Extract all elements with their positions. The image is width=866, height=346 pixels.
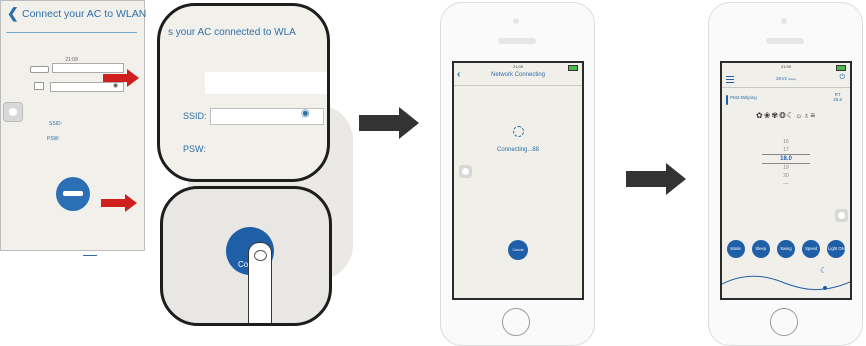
red-arrow-top-icon bbox=[103, 69, 139, 87]
flow-arrow-2-icon bbox=[626, 163, 686, 195]
sleep-button[interactable]: Sleep bbox=[751, 240, 770, 258]
phone-network-connecting: 21:09 ‹ Network Connecting Connecting...… bbox=[440, 2, 595, 346]
loading-spinner-icon bbox=[513, 126, 524, 137]
temp-option[interactable]: 16 bbox=[722, 138, 850, 146]
underline-mark bbox=[83, 255, 97, 256]
red-arrow-bottom-icon bbox=[101, 194, 137, 212]
zoom-title: s your AC connected to WLA bbox=[168, 27, 296, 38]
battery-icon bbox=[836, 65, 846, 71]
status-bar: 21:09 bbox=[456, 64, 580, 71]
room-temp: RT 25.8 bbox=[833, 92, 842, 102]
power-icon[interactable]: ⏻ bbox=[839, 74, 845, 82]
temp-selected[interactable]: 18.0 bbox=[762, 154, 810, 164]
connect-button[interactable] bbox=[56, 177, 90, 211]
phone-screen: 21:09 2KV2 Sleep ⏻ PM2.5Wiping RT 25.8 ✿… bbox=[720, 61, 852, 300]
home-button[interactable] bbox=[770, 308, 798, 336]
light-button[interactable]: Light ON bbox=[827, 240, 846, 258]
camera-icon bbox=[513, 18, 519, 24]
zoom-show-password-icon[interactable]: ◉ bbox=[301, 108, 310, 119]
finger-tap-icon bbox=[248, 242, 272, 323]
connect-wlan-screen: ❮ Connect your AC to WLAN 21:09 ◉ SSID: … bbox=[0, 0, 147, 251]
zoom-button-panel: Co bbox=[160, 186, 332, 326]
screen-header: ❮ Connect your AC to WLAN bbox=[0, 0, 147, 33]
status-time: 21:09 bbox=[512, 64, 523, 69]
temp-option[interactable]: 19 bbox=[722, 164, 850, 172]
rt-value: 25.8 bbox=[833, 97, 842, 102]
speaker-icon bbox=[498, 38, 536, 44]
screen-title: Connect your AC to WLAN bbox=[22, 8, 147, 20]
ssid-label: SSID: bbox=[49, 121, 63, 127]
speed-button[interactable]: Speed bbox=[802, 240, 821, 258]
swing-button[interactable]: Swing bbox=[776, 240, 795, 258]
sleep-curve bbox=[722, 275, 850, 291]
wifi-label-icon bbox=[30, 66, 49, 73]
device-title: 2KV2 Sleep bbox=[722, 76, 850, 81]
zoom-ssid-label: SSID: bbox=[183, 111, 207, 121]
lock-label-icon bbox=[34, 82, 44, 90]
temp-option[interactable]: 17 bbox=[722, 146, 850, 154]
mode-icons[interactable]: ✿❀✾❂☾☼♁≡ bbox=[722, 111, 850, 120]
back-chevron-icon[interactable]: ❮ bbox=[7, 5, 19, 22]
battery-icon bbox=[568, 65, 578, 71]
cancel-button[interactable]: Cancel bbox=[508, 240, 528, 260]
home-button[interactable] bbox=[502, 308, 530, 336]
moon-icon: ☾ bbox=[820, 266, 828, 275]
thermometer-icon bbox=[726, 95, 728, 105]
pm-label: PM2.5Wiping bbox=[730, 95, 757, 100]
header-divider bbox=[6, 32, 137, 33]
camera-icon bbox=[781, 18, 787, 24]
speaker-icon bbox=[766, 38, 804, 44]
phone-screen: 21:09 ‹ Network Connecting Connecting...… bbox=[452, 61, 584, 300]
zoom-psw-label: PSW: bbox=[183, 144, 206, 154]
assistive-touch-icon[interactable] bbox=[459, 165, 472, 178]
assistive-touch-icon[interactable] bbox=[3, 102, 23, 122]
temperature-picker[interactable]: 16 17 18.0 19 20 — bbox=[722, 138, 850, 188]
device-name: 2KV2 bbox=[776, 76, 788, 81]
connecting-status: Connecting...88 bbox=[496, 147, 540, 153]
mode-button[interactable]: Mode bbox=[726, 240, 745, 258]
zoom-input-panel: s your AC connected to WLA SSID: ◉ PSW: bbox=[157, 3, 330, 182]
psw-label: PSW: bbox=[47, 136, 60, 142]
assistive-touch-icon[interactable] bbox=[835, 209, 848, 222]
zoom-network-input[interactable] bbox=[205, 72, 327, 94]
nav-title: Network Connecting bbox=[490, 72, 546, 78]
nav-divider bbox=[454, 85, 582, 86]
device-mode: Sleep bbox=[788, 77, 796, 81]
status-bar: 21:09 bbox=[724, 64, 848, 71]
phone-ac-control: 21:09 2KV2 Sleep ⏻ PM2.5Wiping RT 25.8 ✿… bbox=[708, 2, 863, 346]
zoom-connect-label: Co bbox=[238, 260, 249, 269]
temp-option[interactable]: — bbox=[722, 180, 850, 188]
nav-divider bbox=[722, 87, 850, 88]
status-time: 21:09 bbox=[780, 64, 791, 69]
temp-option[interactable]: 20 bbox=[722, 172, 850, 180]
control-buttons: Mode Sleep Swing Speed Light ON bbox=[723, 240, 849, 258]
flow-arrow-1-icon bbox=[359, 107, 419, 139]
